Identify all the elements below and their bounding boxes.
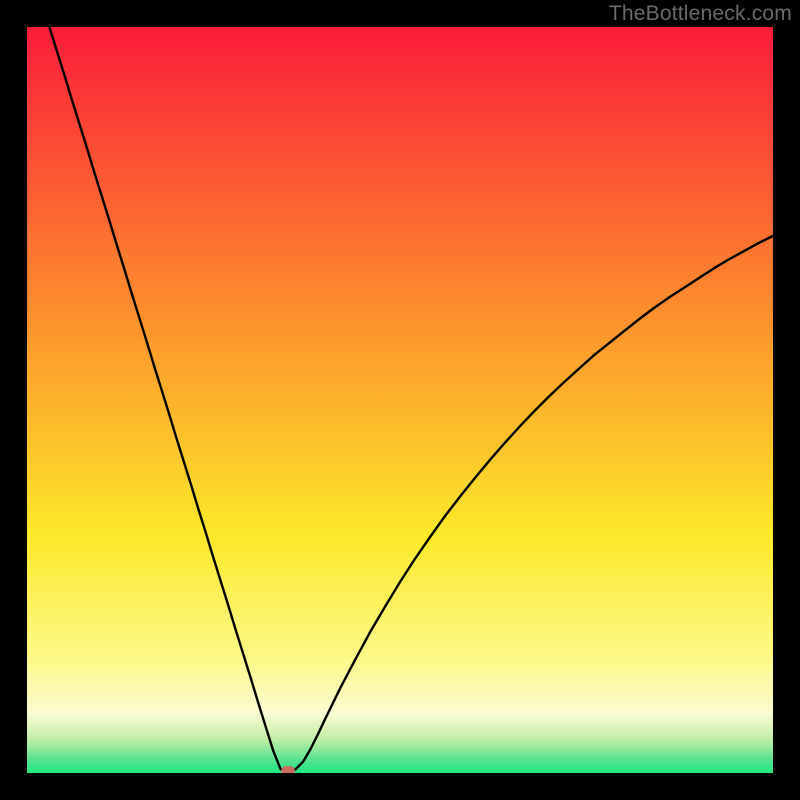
chart-frame: TheBottleneck.com — [0, 0, 800, 800]
chart-svg — [27, 27, 773, 773]
plot-area — [27, 27, 773, 773]
min-marker — [281, 766, 295, 773]
gradient-background — [27, 27, 773, 773]
watermark-text: TheBottleneck.com — [609, 2, 792, 26]
